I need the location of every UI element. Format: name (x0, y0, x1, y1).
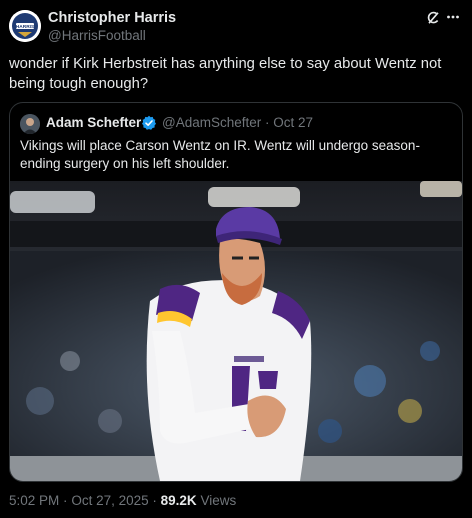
tweet-footer: 5:02 PM · Oct 27, 2025 · 89.2K Views (9, 493, 236, 508)
quoted-tweet[interactable]: Adam Schefter @AdamSchefter · Oct 27 Vik… (9, 102, 463, 482)
author-avatar[interactable]: HARRIS (9, 10, 41, 42)
views-count[interactable]: 89.2K (161, 493, 197, 508)
quoted-text: Vikings will place Carson Wentz on IR. W… (20, 138, 420, 171)
quoted-author-name[interactable]: Adam Schefter (46, 115, 141, 130)
quoted-author-handle[interactable]: @AdamSchefter (162, 115, 261, 130)
quoted-date[interactable]: Oct 27 (273, 115, 313, 130)
tweet-text: wonder if Kirk Herbstreit has anything e… (9, 56, 442, 92)
avatar-photo-icon (20, 114, 40, 134)
grok-icon[interactable] (426, 11, 440, 25)
tweet[interactable]: HARRIS Christopher Harris @HarrisFootbal… (0, 0, 472, 518)
player-photo-icon (10, 181, 462, 481)
footer-separator: · (63, 493, 68, 508)
quoted-media-photo[interactable] (10, 181, 462, 481)
footer-separator: · (152, 493, 157, 508)
tweet-date[interactable]: Oct 27, 2025 (71, 493, 148, 508)
quoted-avatar[interactable] (20, 114, 40, 134)
meta-separator: · (265, 115, 270, 130)
views-label: Views (200, 493, 237, 508)
quoted-meta: @AdamSchefter · Oct 27 (162, 115, 313, 130)
more-icon[interactable] (446, 10, 460, 24)
avatar-logo-icon: HARRIS (9, 10, 41, 42)
verified-icon (142, 115, 156, 130)
author-name[interactable]: Christopher Harris (48, 10, 176, 26)
tweet-time[interactable]: 5:02 PM (9, 493, 59, 508)
svg-text:HARRIS: HARRIS (16, 24, 35, 30)
author-handle[interactable]: @HarrisFootball (48, 28, 146, 43)
